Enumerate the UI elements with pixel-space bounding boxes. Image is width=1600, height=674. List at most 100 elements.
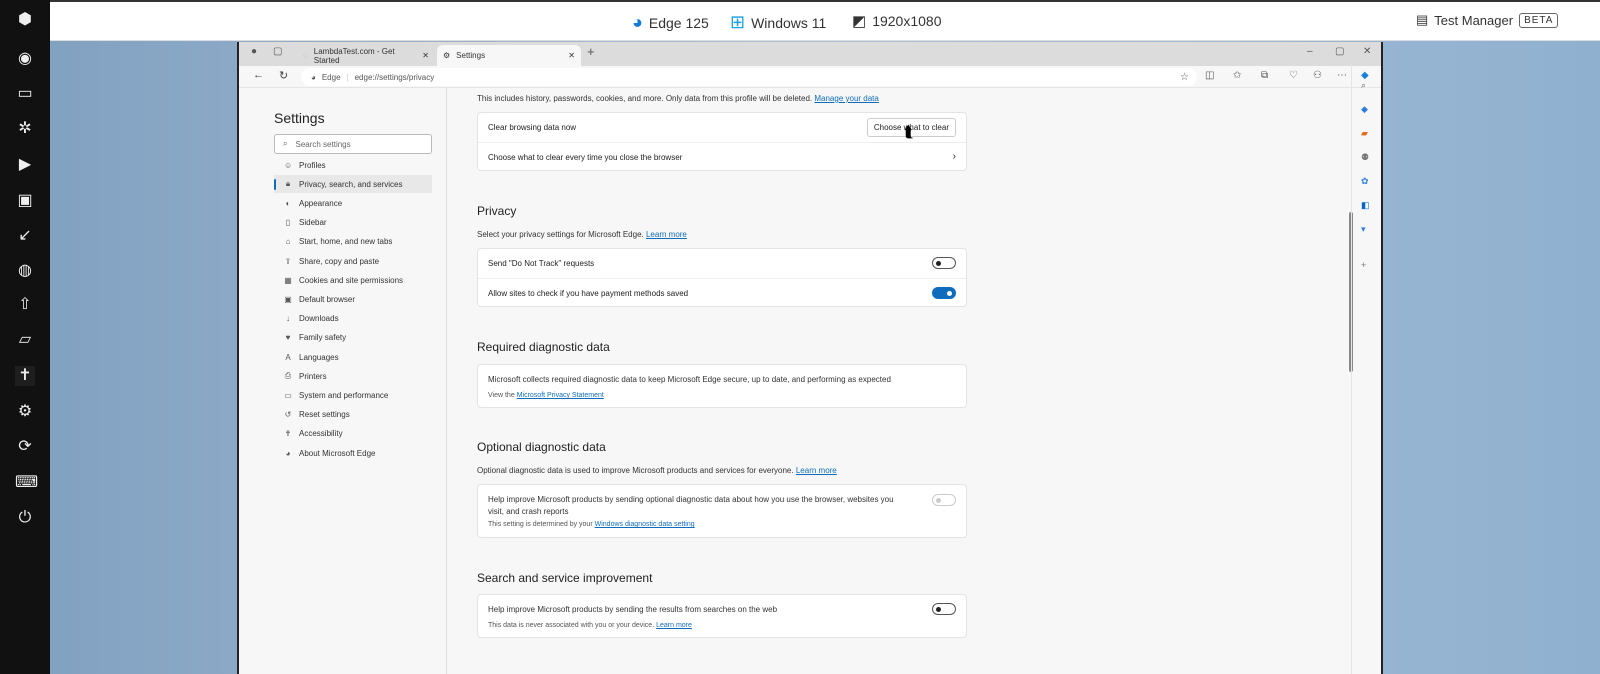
tab-title: Settings bbox=[456, 51, 486, 60]
nav-item-appearance[interactable]: ◐ Appearance bbox=[274, 194, 432, 212]
address-bar[interactable]: ◕ Edge | edge://settings/privacy ☆ bbox=[301, 68, 1197, 86]
privacy-statement-link[interactable]: Microsoft Privacy Statement bbox=[517, 392, 604, 399]
clear-on-close-row[interactable]: Choose what to clear every time you clos… bbox=[478, 142, 966, 171]
left-toolbar: ⬢ ◉ ▭ ✲ ▶ ▣ ↙ ◍ ⇧ ▱ ✝ ⚙ ⟳ ⌨ ⏻ bbox=[0, 0, 50, 674]
favorite-star-icon[interactable]: ☆ bbox=[1180, 72, 1189, 83]
maximize-button[interactable]: ▢ bbox=[1335, 46, 1344, 57]
appearance-icon: ◐ bbox=[285, 198, 291, 208]
search-improvement-text: Help improve Microsoft products by sendi… bbox=[488, 605, 778, 614]
cookie-icon: ▦ bbox=[284, 275, 292, 285]
optional-note: This setting is determined by your bbox=[488, 521, 593, 528]
globe-icon[interactable]: ◍ bbox=[15, 261, 35, 281]
optional-desc-text: Optional diagnostic data is used to impr… bbox=[477, 466, 794, 475]
mouse-cursor-icon: ⮬ bbox=[904, 124, 914, 141]
chevron-right-icon: › bbox=[952, 151, 956, 162]
manage-data-link[interactable]: Manage your data bbox=[814, 94, 879, 103]
privacy-heading: Privacy bbox=[477, 204, 517, 218]
nav-item-family-safety[interactable]: ♥ Family safety bbox=[274, 329, 432, 347]
camera-icon[interactable]: ◉ bbox=[15, 49, 35, 69]
nav-item-reset-settings[interactable]: ↺ Reset settings bbox=[274, 406, 432, 424]
tools-icon[interactable]: ▰ bbox=[1361, 128, 1368, 139]
windows-diagnostic-link[interactable]: Windows diagnostic data setting bbox=[595, 521, 695, 528]
test-manager-button[interactable]: ▤ Test Manager BETA bbox=[1416, 12, 1559, 28]
search-placeholder: Search settings bbox=[295, 139, 351, 149]
dnt-toggle[interactable] bbox=[932, 257, 956, 269]
tab-title: LambdaTest.com - Get Started bbox=[313, 46, 395, 65]
dnt-label: Send "Do Not Track" requests bbox=[488, 259, 595, 268]
search-learn-more-link[interactable]: Learn more bbox=[656, 622, 692, 629]
nav-item-start-home-and-new-tabs[interactable]: ⌂ Start, home, and new tabs bbox=[274, 233, 432, 251]
tab-settings[interactable]: ⚙ Settings ✕ bbox=[437, 45, 581, 66]
browser-essentials-icon[interactable]: ♡ bbox=[1289, 70, 1298, 81]
video-icon[interactable]: ▭ bbox=[15, 84, 35, 104]
extensions-icon[interactable]: ⚇ bbox=[1313, 70, 1322, 81]
upload-icon[interactable]: ⇧ bbox=[15, 295, 35, 315]
new-tab-button[interactable]: + bbox=[587, 44, 595, 59]
back-button[interactable]: ← bbox=[253, 69, 264, 81]
people-icon[interactable]: ⚉ bbox=[1361, 152, 1369, 163]
windows-icon: ⊞ bbox=[730, 12, 746, 32]
browser-icon: ▣ bbox=[284, 294, 292, 304]
profile-icon[interactable]: ● bbox=[251, 46, 257, 57]
outlook-icon[interactable]: ◧ bbox=[1361, 200, 1370, 211]
switch-icon[interactable]: ⟳ bbox=[15, 437, 35, 457]
browser-info: ◕ Edge 125 bbox=[632, 12, 709, 33]
privacy-card: Send "Do Not Track" requests Allow sites… bbox=[477, 248, 967, 307]
folder-icon[interactable]: ▱ bbox=[15, 330, 35, 350]
search-icon[interactable]: ⌕ bbox=[1361, 80, 1366, 91]
test-manager-icon: ▤ bbox=[1416, 12, 1429, 27]
search-settings-input[interactable]: ⌕ Search settings bbox=[274, 134, 432, 154]
collections-icon[interactable]: ⧉ bbox=[1261, 70, 1268, 81]
payment-toggle[interactable] bbox=[932, 287, 956, 299]
tab-lambdatest[interactable]: ◌ LambdaTest.com - Get Started ✕ bbox=[297, 45, 435, 66]
optional-desc: Optional diagnostic data is used to impr… bbox=[477, 466, 837, 475]
nav-item-share-copy-and-paste[interactable]: ⇪ Share, copy and paste bbox=[274, 252, 432, 270]
nav-item-profiles[interactable]: ☺ Profiles bbox=[274, 156, 432, 174]
privacy-learn-more-link[interactable]: Learn more bbox=[646, 230, 687, 239]
office-icon[interactable]: ✿ bbox=[1361, 176, 1369, 187]
recording-icon[interactable]: ▶ bbox=[15, 155, 35, 175]
optional-diagnostic-card: Help improve Microsoft products by sendi… bbox=[477, 484, 967, 538]
nav-item-languages[interactable]: A Languages bbox=[274, 348, 432, 366]
nav-item-downloads[interactable]: ↓ Downloads bbox=[274, 310, 432, 328]
nav-item-system-and-performance[interactable]: ▭ System and performance bbox=[274, 386, 432, 404]
bug-icon[interactable]: ✲ bbox=[15, 119, 35, 139]
nav-item-sidebar[interactable]: ▯ Sidebar bbox=[274, 214, 432, 232]
designer-icon[interactable]: ▾ bbox=[1361, 224, 1366, 235]
nav-item-default-browser[interactable]: ▣ Default browser bbox=[274, 290, 432, 308]
nav-item-label: Downloads bbox=[299, 314, 339, 324]
nav-item-label: Accessibility bbox=[299, 429, 343, 439]
split-screen-icon[interactable]: ◫ bbox=[1205, 70, 1214, 81]
nav-item-label: Languages bbox=[299, 352, 339, 362]
favorites-icon[interactable]: ✩ bbox=[1233, 70, 1241, 81]
tab-actions-icon[interactable]: ▢ bbox=[273, 46, 282, 57]
nav-item-privacy-search-and-services[interactable]: 🔒︎ Privacy, search, and services bbox=[274, 175, 432, 194]
accessibility-icon[interactable]: ✝ bbox=[15, 366, 35, 386]
shopping-tag-icon[interactable]: ◆ bbox=[1361, 104, 1368, 115]
edge-icon: ◕ bbox=[285, 448, 291, 458]
screen-icon[interactable]: ▣ bbox=[15, 191, 35, 211]
search-improvement-toggle[interactable] bbox=[932, 603, 956, 615]
home-icon: ⌂ bbox=[285, 237, 291, 247]
optional-text-line2: visit, and crash reports bbox=[488, 507, 569, 516]
nav-item-about-microsoft-edge[interactable]: ◕ About Microsoft Edge bbox=[274, 444, 432, 462]
nav-item-accessibility[interactable]: ✝ Accessibility bbox=[274, 425, 432, 443]
close-tab-icon[interactable]: ✕ bbox=[568, 51, 575, 60]
resize-icon[interactable]: ↙ bbox=[15, 226, 35, 246]
nav-item-label: Privacy, search, and services bbox=[299, 179, 403, 189]
refresh-button[interactable]: ↻ bbox=[279, 69, 288, 82]
power-icon[interactable]: ⏻ bbox=[15, 508, 35, 528]
close-tab-icon[interactable]: ✕ bbox=[422, 51, 429, 60]
keyboard-icon[interactable]: ⌨ bbox=[15, 473, 38, 493]
add-sidebar-app-icon[interactable]: + bbox=[1361, 260, 1366, 270]
tab-strip: ● ▢ ◌ LambdaTest.com - Get Started ✕ ⚙ Sett… bbox=[239, 42, 1381, 66]
nav-item-cookies-and-site-permissions[interactable]: ▦ Cookies and site permissions bbox=[274, 271, 432, 289]
close-window-button[interactable]: ✕ bbox=[1363, 46, 1371, 57]
settings-icon[interactable]: ⚙ bbox=[15, 402, 35, 422]
optional-learn-more-link[interactable]: Learn more bbox=[796, 466, 837, 475]
more-menu-icon[interactable]: ⋯ bbox=[1337, 70, 1347, 81]
nav-item-label: Appearance bbox=[299, 198, 343, 208]
minimize-button[interactable]: – bbox=[1307, 46, 1313, 57]
lock-icon: 🔒︎ bbox=[285, 179, 291, 189]
nav-item-printers[interactable]: ⎙ Printers bbox=[274, 367, 432, 385]
